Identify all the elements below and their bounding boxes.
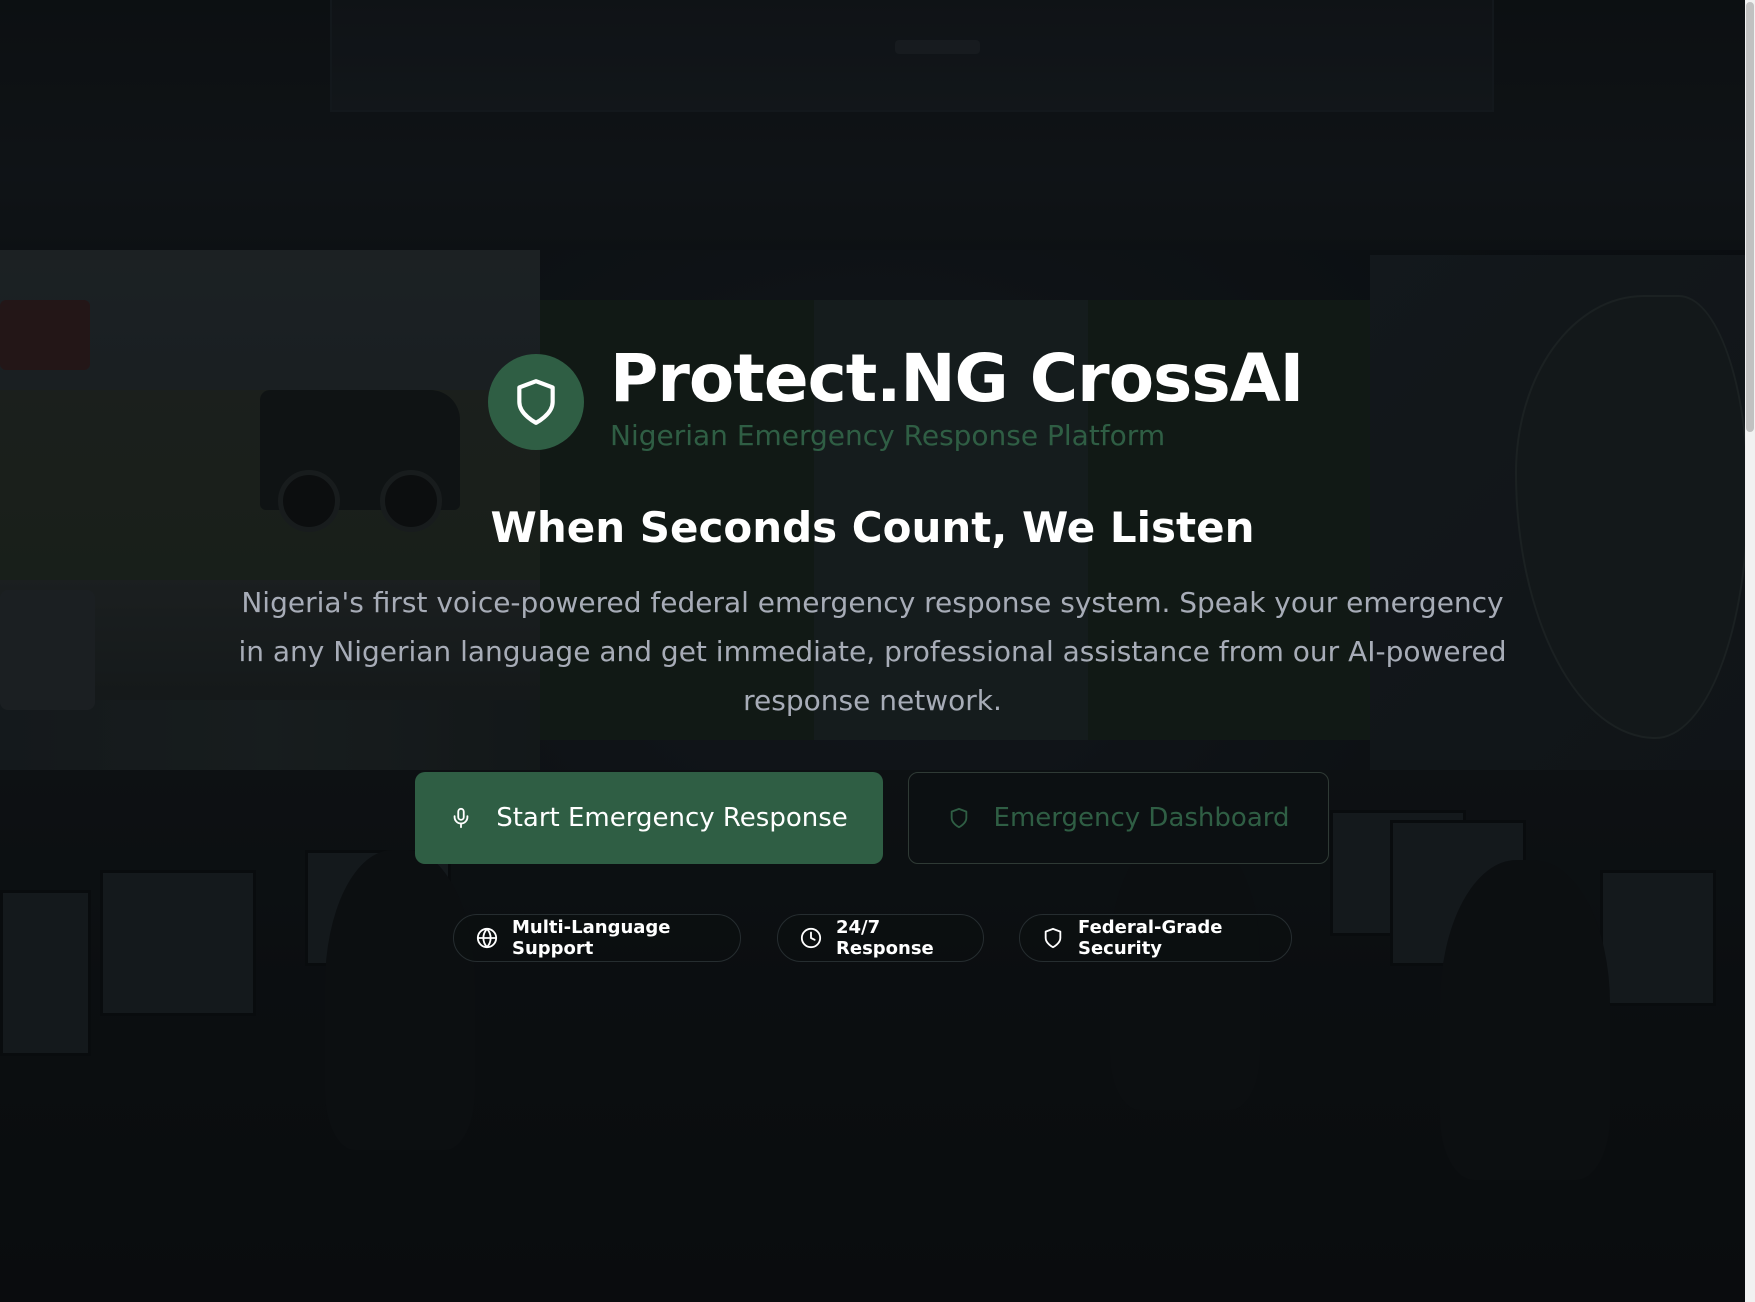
emergency-dashboard-button[interactable]: Emergency Dashboard xyxy=(908,772,1329,864)
page-scrollbar[interactable] xyxy=(1745,0,1755,1302)
shield-icon xyxy=(517,379,555,425)
start-emergency-response-label: Start Emergency Response xyxy=(496,803,848,833)
brand-subtitle: Nigerian Emergency Response Platform xyxy=(610,419,1166,452)
feature-label: Federal-Grade Security xyxy=(1078,917,1223,959)
brand-logo xyxy=(488,354,584,450)
shield-icon xyxy=(948,807,970,829)
clock-icon xyxy=(800,927,822,949)
brand-header: Protect.NG CrossAI Nigerian Emergency Re… xyxy=(488,340,1304,460)
hero-section: Protect.NG CrossAI Nigerian Emergency Re… xyxy=(0,0,1755,1302)
start-emergency-response-button[interactable]: Start Emergency Response xyxy=(415,772,883,864)
globe-icon xyxy=(476,927,498,949)
hero-description: Nigeria's first voice-powered federal em… xyxy=(238,586,1507,717)
microphone-icon xyxy=(450,807,472,829)
brand-title: Protect.NG CrossAI xyxy=(610,340,1304,417)
feature-label: Multi-Language Support xyxy=(512,917,671,959)
feature-label: 24/7 Response xyxy=(836,917,934,959)
feature-badge-multi-language: Multi-Language Support xyxy=(453,914,741,962)
brand-text: Protect.NG CrossAI Nigerian Emergency Re… xyxy=(610,340,1304,454)
hero-headline: When Seconds Count, We Listen xyxy=(490,503,1255,552)
scrollbar-thumb[interactable] xyxy=(1746,2,1754,432)
emergency-dashboard-label: Emergency Dashboard xyxy=(993,803,1290,833)
feature-badge-24-7-response: 24/7 Response xyxy=(777,914,984,962)
hero-content: Protect.NG CrossAI Nigerian Emergency Re… xyxy=(0,0,1745,1302)
shield-icon xyxy=(1042,927,1064,949)
feature-badge-federal-security: Federal-Grade Security xyxy=(1019,914,1292,962)
